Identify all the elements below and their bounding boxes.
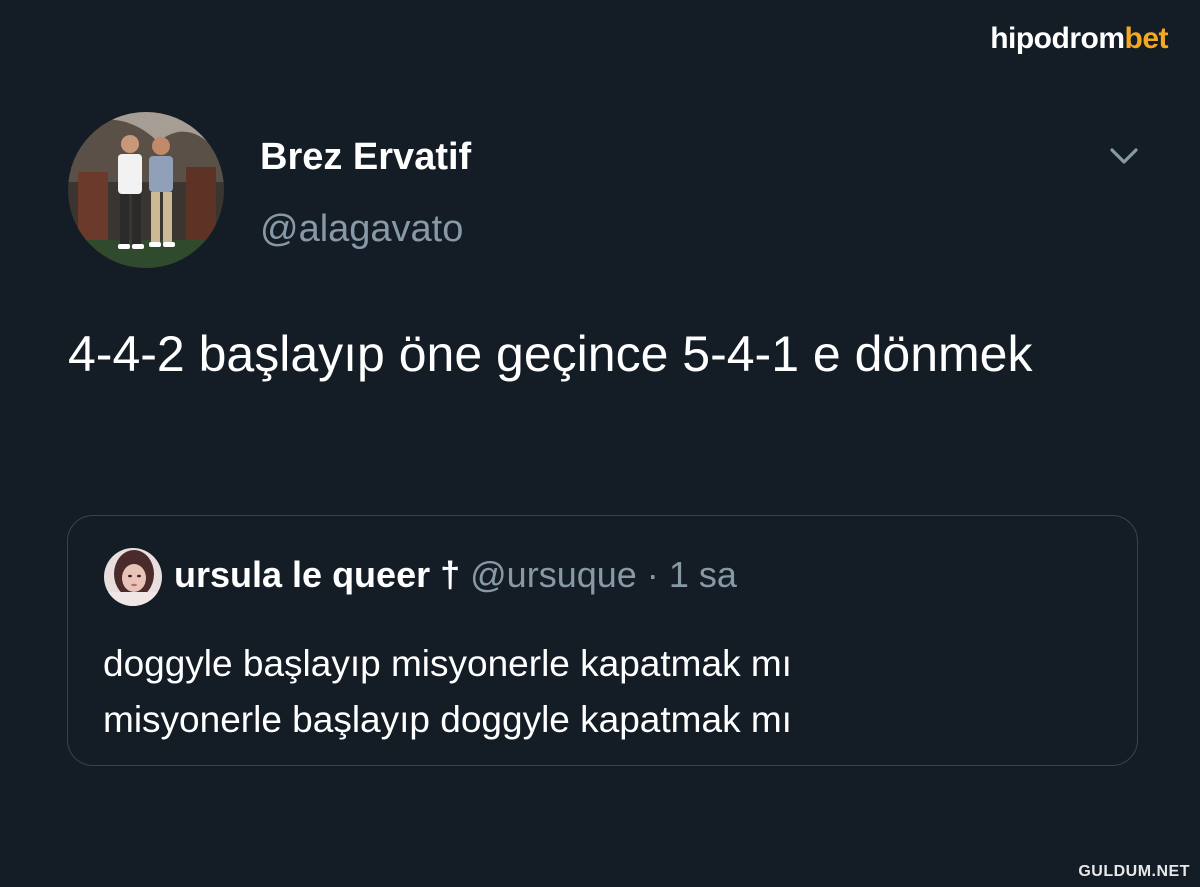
tweet-menu-button[interactable]	[1106, 138, 1142, 174]
quoted-author-display-name[interactable]: ursula le queer †	[174, 554, 460, 595]
site-watermark: GULDUM.NET	[1078, 863, 1190, 880]
author-display-name[interactable]: Brez Ervatif	[260, 136, 471, 179]
chevron-down-icon	[1110, 148, 1138, 164]
quoted-tweet-header: ursula le queer † @ursuque · 1 sa	[174, 554, 737, 596]
quoted-tweet-text: doggyle başlayıp misyonerle kapatmak mı …	[103, 636, 1103, 748]
quoted-tweet-line: misyonerle başlayıp doggyle kapatmak mı	[103, 699, 792, 740]
author-handle[interactable]: @alagavato	[260, 208, 463, 251]
quoted-tweet-line: doggyle başlayıp misyonerle kapatmak mı	[103, 643, 792, 684]
quoted-author-handle[interactable]: @ursuque	[470, 554, 637, 595]
tweet-text: 4-4-2 başlayıp öne geçince 5-4-1 e dönme…	[68, 326, 1033, 382]
brand-watermark-logo: hipodrombet	[990, 22, 1168, 56]
quoted-author-avatar[interactable]	[104, 548, 162, 606]
quoted-author-avatar-photo	[104, 548, 162, 606]
tweet-screenshot: hipodrombet Brez Ervatif @alagavato 4-4-…	[0, 0, 1200, 887]
author-avatar-photo	[68, 112, 224, 268]
header-separator: ·	[646, 554, 659, 595]
brand-name-accent: bet	[1124, 22, 1169, 55]
brand-name-main: hipodrom	[990, 22, 1125, 55]
author-avatar[interactable]	[68, 112, 224, 268]
quoted-tweet-timestamp[interactable]: 1 sa	[669, 554, 737, 595]
quoted-tweet-card[interactable]: ursula le queer † @ursuque · 1 sa doggyl…	[67, 515, 1138, 766]
